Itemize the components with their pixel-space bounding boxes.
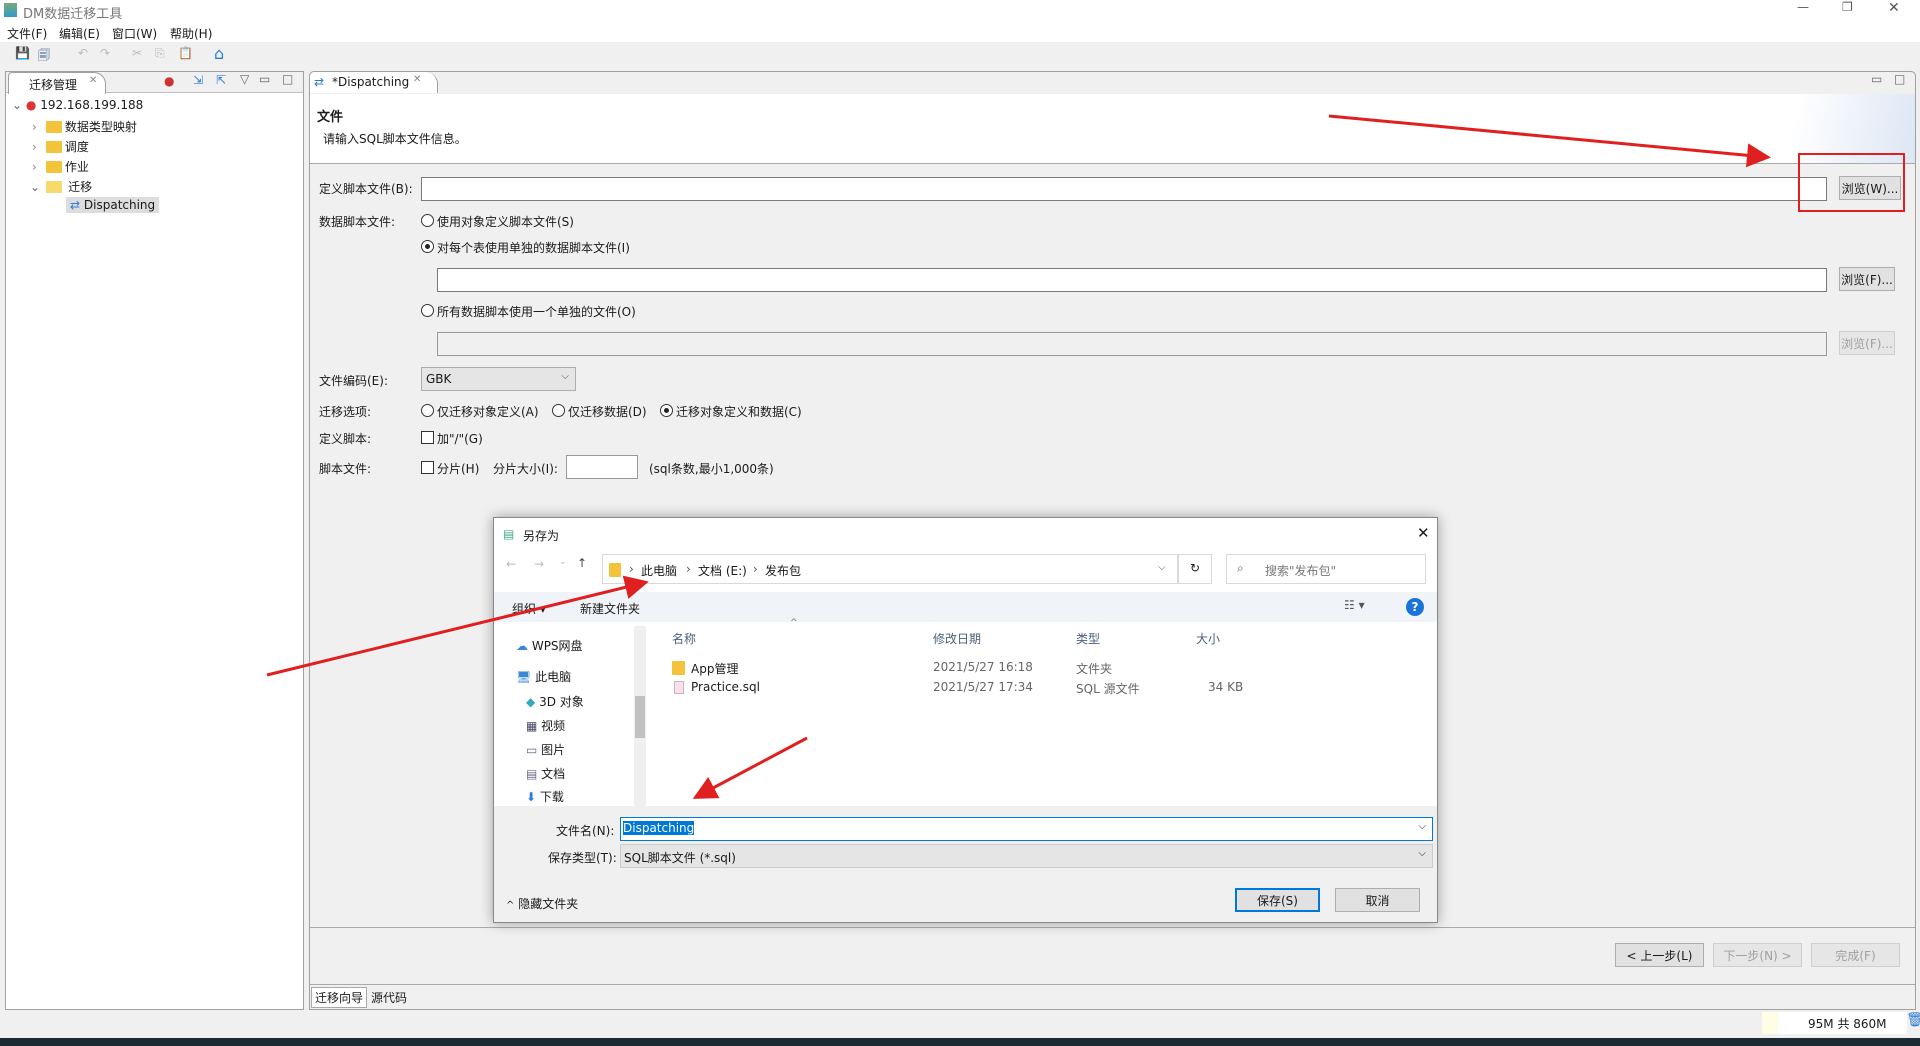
annotation-arrows [266, 114, 1771, 799]
arrow-to-filename [692, 736, 808, 799]
arrow-to-browse [1328, 114, 1771, 168]
arrow-to-path [266, 575, 649, 677]
